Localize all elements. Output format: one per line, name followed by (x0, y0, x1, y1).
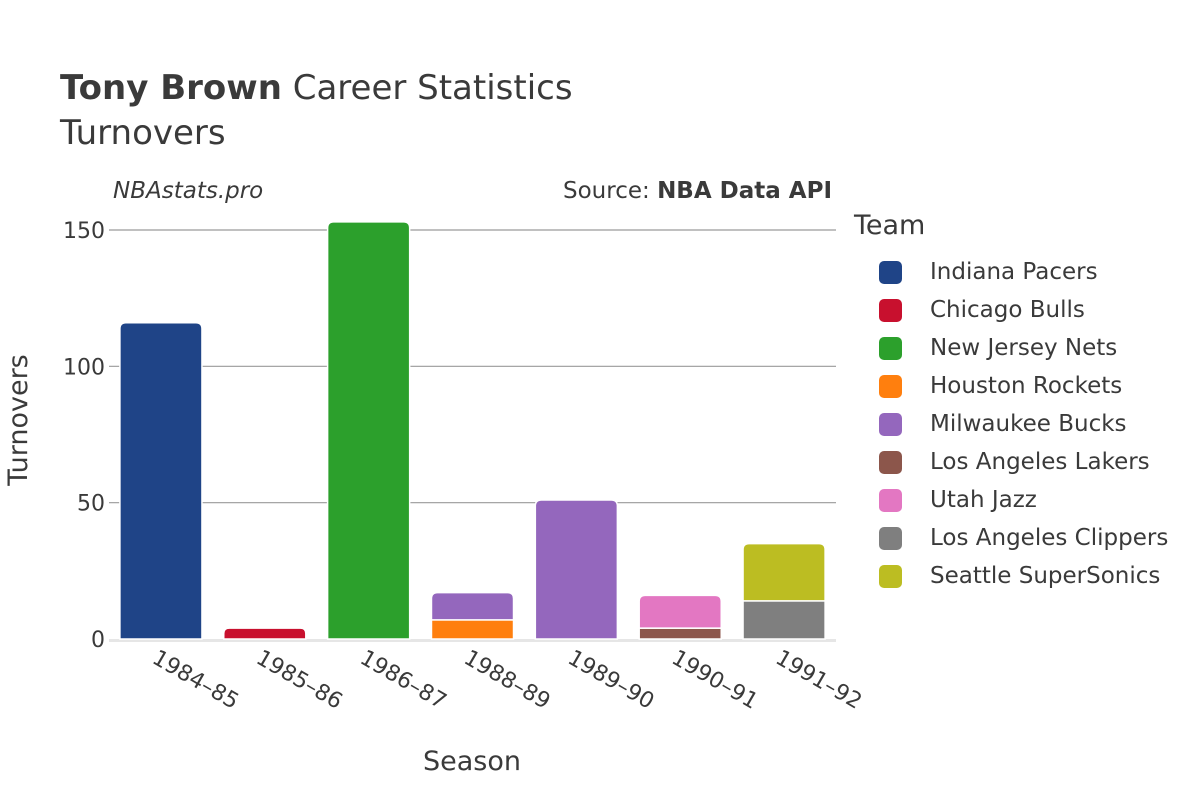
x-tick-label: 1989–90 (563, 646, 658, 715)
legend-item[interactable]: Houston Rockets (854, 367, 1168, 405)
y-tick-label: 150 (63, 219, 105, 244)
legend-swatch (879, 260, 902, 284)
legend-swatch (879, 336, 902, 360)
legend-item[interactable]: Seattle SuperSonics (854, 557, 1168, 595)
legend-swatch (879, 564, 902, 588)
x-tick-label: 1988–89 (460, 646, 555, 715)
x-axis-title: Season (423, 746, 521, 777)
y-tick-label: 50 (77, 492, 105, 517)
legend-swatch (879, 298, 902, 322)
legend-item[interactable]: Los Angeles Clippers (854, 519, 1168, 557)
bar-segment[interactable] (430, 591, 515, 621)
legend-item[interactable]: Milwaukee Bucks (854, 405, 1168, 443)
gridlines (109, 229, 836, 642)
y-tick-label: 100 (63, 355, 105, 380)
legend-swatch (879, 374, 902, 398)
legend-label: Chicago Bulls (930, 297, 1085, 323)
legend-item[interactable]: New Jersey Nets (854, 329, 1168, 367)
legend-swatch (879, 488, 902, 512)
bar-segment[interactable] (326, 221, 411, 640)
bar-segment[interactable] (638, 594, 722, 629)
legend-label: Milwaukee Bucks (930, 411, 1127, 437)
bar-segment[interactable] (742, 600, 826, 640)
x-tick-label: 1990–91 (667, 646, 762, 715)
y-tick-label: 0 (91, 628, 105, 653)
legend-item[interactable]: Indiana Pacers (854, 253, 1168, 291)
legend-label: Indiana Pacers (930, 259, 1098, 285)
legend-label: Los Angeles Clippers (930, 525, 1169, 551)
y-axis-title: Turnovers (3, 354, 34, 487)
x-tick-label: 1985–86 (252, 646, 347, 715)
bar-segment[interactable] (638, 627, 722, 640)
legend-item[interactable]: Chicago Bulls (854, 291, 1168, 329)
legend-item[interactable]: Utah Jazz (854, 481, 1168, 519)
legend-title: Team (854, 210, 926, 241)
legend-swatch (879, 526, 902, 550)
legend-item[interactable]: Los Angeles Lakers (854, 443, 1168, 481)
x-tick-label: 1991–92 (771, 646, 866, 715)
legend-swatch (879, 412, 902, 436)
bar-segment[interactable] (430, 619, 515, 640)
y-axis-ticks: 0 50 100 150 (63, 219, 105, 653)
legend-label: Utah Jazz (930, 487, 1037, 513)
bar-segment[interactable] (534, 499, 619, 640)
legend-swatch (879, 450, 902, 474)
bar-segment[interactable] (223, 627, 307, 640)
bar-segment[interactable] (742, 542, 826, 602)
x-tick-label: 1986–87 (356, 646, 451, 715)
bar-segment[interactable] (119, 321, 203, 640)
x-tick-label: 1984–85 (148, 646, 243, 715)
legend-label: Houston Rockets (930, 373, 1123, 399)
bars (119, 221, 826, 640)
legend: Team Indiana Pacers Chicago Bulls New Jers… (854, 210, 1168, 595)
legend-label: New Jersey Nets (930, 335, 1118, 361)
x-axis-ticks: 1984–85 1985–86 1986–87 1988–89 1989–90 1990–… (148, 646, 866, 715)
legend-label: Los Angeles Lakers (930, 449, 1150, 475)
legend-label: Seattle SuperSonics (930, 563, 1161, 589)
